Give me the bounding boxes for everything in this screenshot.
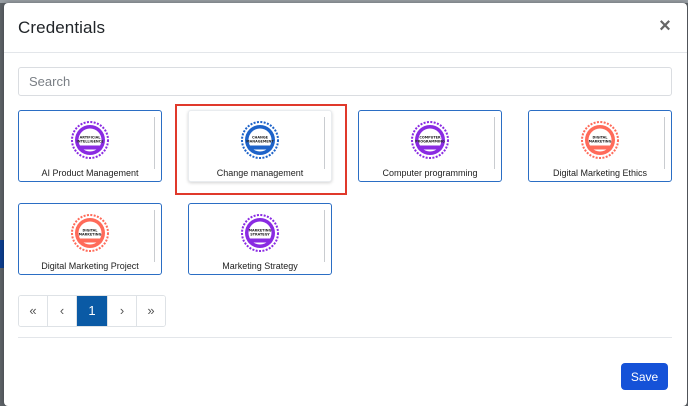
- svg-text:INTELLIGENCE: INTELLIGENCE: [76, 140, 104, 144]
- credential-label: Change management: [216, 168, 304, 178]
- card-divider: [664, 117, 665, 169]
- credential-card[interactable]: DIGITAL MARKETING Digital Marketing Projec…: [18, 203, 162, 275]
- svg-text:MARKETING: MARKETING: [589, 140, 612, 144]
- close-icon[interactable]: ×: [655, 15, 675, 37]
- credential-label: AI Product Management: [41, 168, 139, 178]
- first-page-button[interactable]: «: [19, 296, 48, 326]
- card-divider: [154, 117, 155, 169]
- credential-card[interactable]: CHANGE MANAGEMENT Change management: [188, 110, 332, 182]
- credentials-dialog: Credentials × ARTIFICIALINTELLIGENCE AI P…: [4, 3, 687, 406]
- svg-text:STRATEGY: STRATEGY: [250, 233, 270, 237]
- credential-label: Marketing Strategy: [222, 261, 298, 271]
- badge-icon: CHANGE MANAGEMENT: [241, 121, 279, 159]
- svg-text:PROGRAMMING: PROGRAMMING: [415, 140, 445, 144]
- badge-icon: DIGITAL MARKETING: [71, 214, 109, 252]
- card-divider: [494, 117, 495, 169]
- dialog-title: Credentials: [18, 18, 106, 37]
- badge-icon: ARTIFICIAL INTELLIGENCE: [71, 121, 109, 159]
- next-page-button[interactable]: ›: [108, 296, 137, 326]
- credential-label: Computer programming: [382, 168, 478, 178]
- badge-icon: MARKETING STRATEGY: [241, 214, 279, 252]
- svg-text:MANAGEMENT: MANAGEMENT: [246, 140, 274, 144]
- credential-card[interactable]: ARTIFICIAL INTELLIGENCE AI Product Managem…: [18, 110, 162, 182]
- card-divider: [324, 210, 325, 262]
- dialog-header: Credentials ×: [4, 3, 687, 53]
- page-1-button[interactable]: 1: [77, 296, 108, 326]
- credential-label: Digital Marketing Project: [41, 261, 139, 271]
- search-input[interactable]: [18, 67, 672, 96]
- prev-page-button[interactable]: ‹: [48, 296, 77, 326]
- badge-icon: DIGITAL MARKETING: [581, 121, 619, 159]
- card-divider: [154, 210, 155, 262]
- credential-label: Digital Marketing Ethics: [552, 168, 648, 178]
- credential-card[interactable]: COMPUTER PROGRAMMING Computer programming: [358, 110, 502, 182]
- badge-icon: COMPUTER PROGRAMMING: [411, 121, 449, 159]
- credential-card[interactable]: MARKETING STRATEGY Marketing Strategy: [188, 203, 332, 275]
- last-page-button[interactable]: »: [137, 296, 165, 326]
- save-button[interactable]: Save: [621, 363, 668, 390]
- svg-text:MARKETING: MARKETING: [79, 233, 102, 237]
- footer-divider: [18, 337, 672, 338]
- pagination: « ‹ 1 › »: [18, 295, 166, 327]
- credential-card[interactable]: DIGITAL MARKETING Digital Marketing Ethics: [528, 110, 672, 182]
- card-divider: [324, 117, 325, 169]
